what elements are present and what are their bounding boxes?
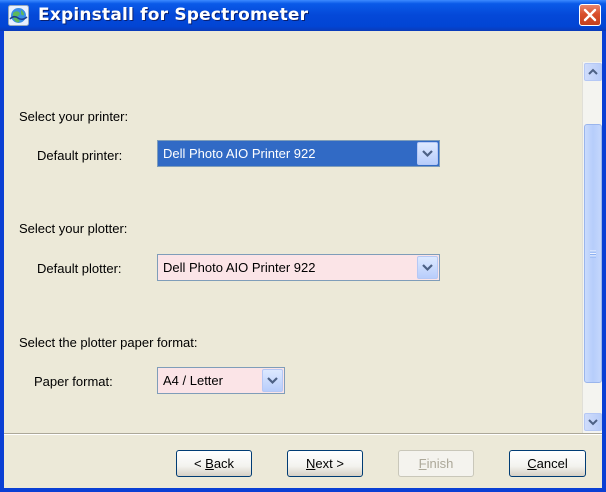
close-button[interactable] bbox=[579, 4, 601, 26]
default-printer-dropdown-button[interactable] bbox=[417, 142, 438, 165]
back-button[interactable]: < Back bbox=[176, 450, 252, 477]
next-button[interactable]: Next > bbox=[287, 450, 363, 477]
chevron-down-icon bbox=[422, 264, 433, 272]
scroll-down-button[interactable] bbox=[584, 413, 602, 431]
next-button-mnemonic: N bbox=[306, 456, 316, 471]
paper-format-label: Paper format: bbox=[34, 374, 113, 389]
app-globe-icon bbox=[8, 5, 29, 26]
cancel-button-mnemonic: C bbox=[527, 456, 537, 471]
next-button-rest: ext > bbox=[315, 456, 344, 471]
default-printer-label: Default printer: bbox=[37, 148, 123, 163]
default-printer-value: Dell Photo AIO Printer 922 bbox=[163, 146, 316, 161]
back-button-rest: ack bbox=[213, 456, 235, 471]
default-plotter-dropdown-button[interactable] bbox=[417, 256, 438, 279]
grip-icon bbox=[590, 250, 596, 258]
chevron-down-icon bbox=[588, 419, 598, 426]
close-icon bbox=[583, 8, 597, 22]
finish-button[interactable]: Finish bbox=[398, 450, 474, 477]
paper-format-select[interactable]: A4 / Letter bbox=[157, 367, 285, 394]
cancel-button-rest: ancel bbox=[536, 456, 568, 471]
wizard-content: Select your printer: Default printer: De… bbox=[4, 57, 582, 421]
scroll-thumb[interactable] bbox=[584, 124, 602, 383]
printer-section-heading: Select your printer: bbox=[19, 109, 129, 124]
default-plotter-label: Default plotter: bbox=[37, 261, 122, 276]
scroll-up-button[interactable] bbox=[584, 63, 602, 81]
plotter-section-heading: Select your plotter: bbox=[19, 221, 128, 236]
paper-section-heading: Select the plotter paper format: bbox=[19, 335, 198, 350]
chevron-down-icon bbox=[422, 150, 433, 158]
window-title: Expinstall for Spectrometer bbox=[38, 5, 309, 25]
window-client-area: Select your printer: Default printer: De… bbox=[4, 31, 602, 488]
chevron-down-icon bbox=[267, 377, 278, 385]
default-plotter-value: Dell Photo AIO Printer 922 bbox=[163, 260, 316, 275]
paper-format-value: A4 / Letter bbox=[163, 373, 223, 388]
button-bar-separator bbox=[4, 433, 602, 435]
cancel-button[interactable]: Cancel bbox=[509, 450, 586, 477]
back-button-mnemonic: B bbox=[205, 456, 214, 471]
installer-window: Expinstall for Spectrometer Select your … bbox=[0, 0, 606, 492]
finish-button-rest: inish bbox=[426, 456, 454, 471]
finish-button-mnemonic: F bbox=[418, 456, 427, 471]
back-button-prefix: < bbox=[193, 456, 206, 471]
chevron-up-icon bbox=[588, 68, 598, 75]
title-bar[interactable]: Expinstall for Spectrometer bbox=[0, 0, 606, 31]
paper-format-dropdown-button[interactable] bbox=[262, 369, 283, 392]
vertical-scrollbar[interactable] bbox=[582, 62, 602, 433]
default-printer-select[interactable]: Dell Photo AIO Printer 922 bbox=[157, 140, 440, 167]
default-plotter-select[interactable]: Dell Photo AIO Printer 922 bbox=[157, 254, 440, 281]
